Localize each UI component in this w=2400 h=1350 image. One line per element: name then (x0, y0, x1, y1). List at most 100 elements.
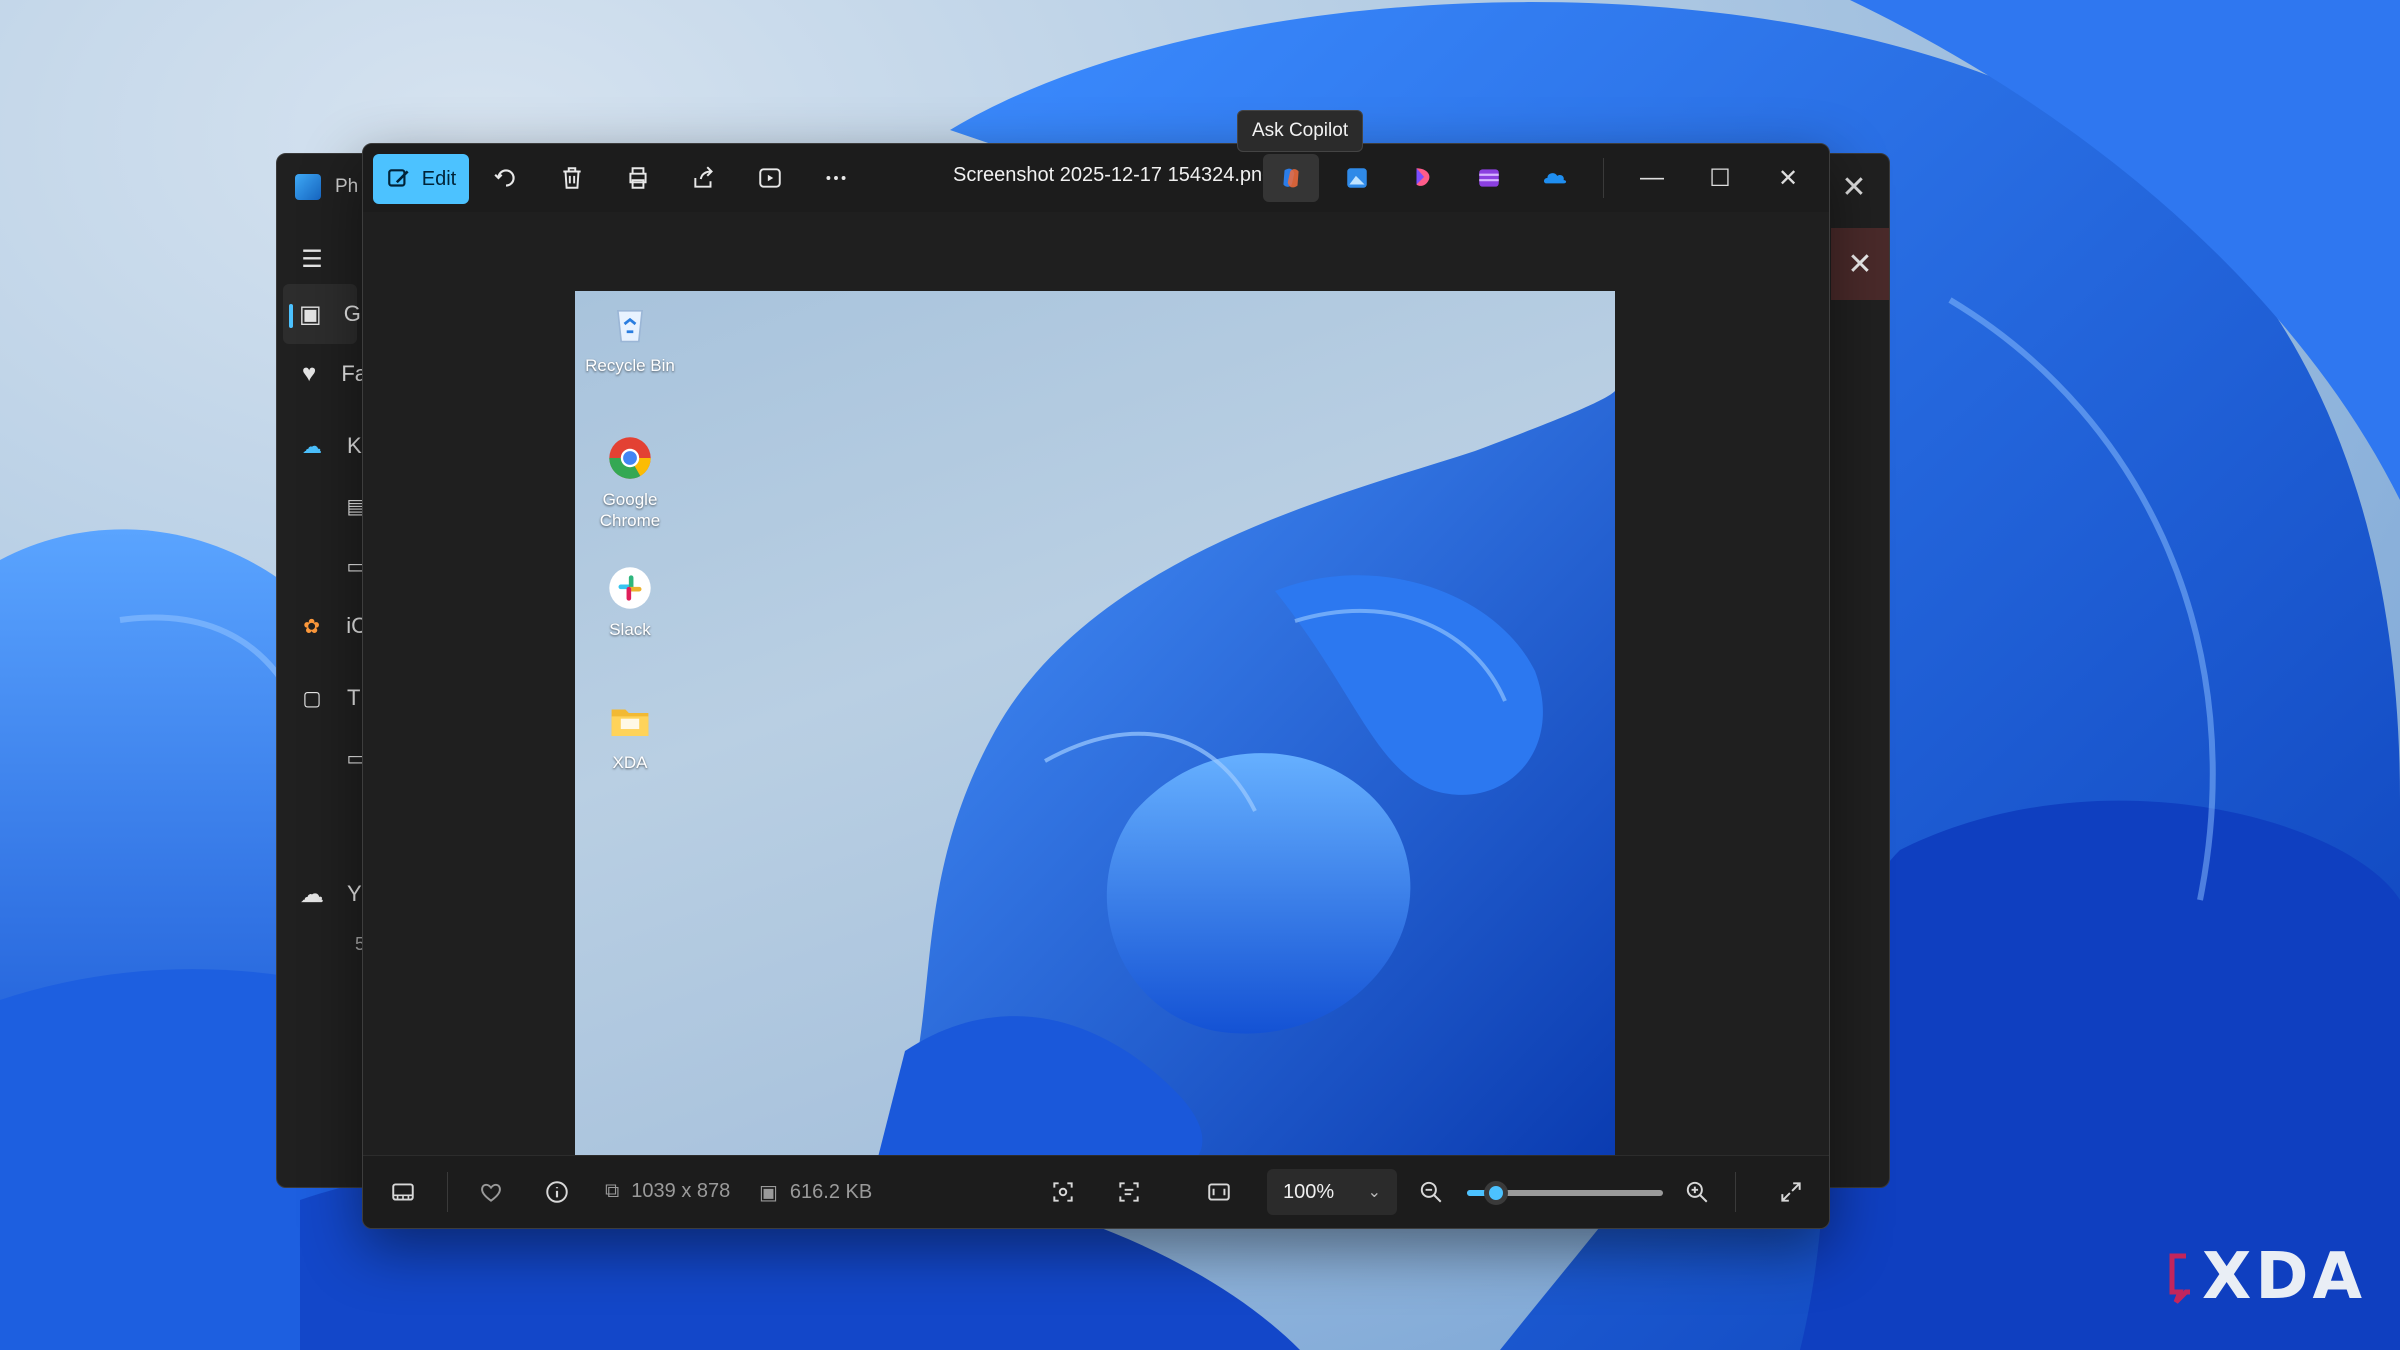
edit-icon (387, 169, 409, 187)
zoom-in-icon (1686, 1181, 1708, 1203)
zoom-out-icon (1420, 1181, 1442, 1203)
sidebar-item-label: K (347, 433, 362, 458)
image-dimensions: ⧉ 1039 x 878 (605, 1180, 730, 1203)
this-pc-icon: ▢ (302, 687, 322, 710)
image-canvas[interactable]: Recycle Bin Google Chrome Slack XDA (363, 212, 1829, 1169)
sidebar-item-this-pc[interactable]: ▢ T (277, 668, 367, 728)
ask-copilot-button[interactable] (1263, 154, 1319, 202)
displayed-image: Recycle Bin Google Chrome Slack XDA (575, 291, 1615, 1169)
rotate-button[interactable] (479, 154, 533, 202)
image-wallpaper-bloom (875, 391, 1615, 1169)
sidebar-item-storage[interactable]: ☁ Y (277, 864, 367, 924)
sidebar-subitem[interactable]: ▭ (277, 536, 367, 596)
hamburger-menu-button[interactable]: ☰ (277, 234, 367, 284)
titlebar-separator (1603, 158, 1604, 198)
icloud-photos-icon: ✿ (303, 615, 320, 638)
expand-icon (1781, 1182, 1801, 1202)
visual-search-button[interactable] (1039, 1170, 1087, 1214)
bg-window-title-text: Ph (335, 176, 359, 197)
designer-button[interactable] (1395, 154, 1451, 202)
zoom-level-dropdown[interactable]: 100% ⌄ (1267, 1169, 1397, 1215)
zoom-in-button[interactable] (1673, 1170, 1721, 1214)
sidebar-item-label: G (343, 301, 361, 326)
file-info-button[interactable] (533, 1170, 581, 1214)
delete-icon (563, 167, 581, 189)
photos-viewer-window: Edit Screenshot 2025-12-17 154324.png — … (362, 143, 1830, 1229)
sidebar-item-onedrive[interactable]: ☁ K (277, 416, 367, 476)
maximize-button[interactable]: ☐ (1687, 154, 1753, 202)
storage-detail: 5 (277, 924, 367, 964)
viewer-titlebar: Edit Screenshot 2025-12-17 154324.png — … (363, 144, 1829, 212)
viewer-bottom-toolbar: ⧉ 1039 x 878 ▣ 616.2 KB 100% ⌄ (363, 1155, 1829, 1228)
slideshow-button[interactable] (743, 154, 797, 202)
sidebar-item-label: Y (347, 881, 362, 906)
sidebar-item-favorites[interactable]: ♥ Fa (277, 344, 367, 404)
share-button[interactable] (677, 154, 731, 202)
favorite-button[interactable] (467, 1170, 515, 1214)
dimensions-icon: ⧉ (605, 1180, 620, 1202)
desktop-icon-chrome[interactable]: Google Chrome (575, 433, 685, 532)
disk-icon: ▣ (759, 1182, 778, 1204)
file-name-title: Screenshot 2025-12-17 154324.png (953, 164, 1274, 186)
scan-text-icon (1119, 1182, 1139, 1202)
heart-icon: ♥ (302, 360, 317, 387)
fit-to-window-button[interactable] (1195, 1170, 1243, 1214)
sidebar-subitem[interactable]: ▭ (277, 728, 367, 788)
zoom-level-value: 100% (1283, 1180, 1335, 1203)
share-icon (694, 166, 713, 188)
chevron-down-icon: ⌄ (1367, 1184, 1381, 1201)
edit-button[interactable]: Edit (373, 154, 469, 204)
minimize-button[interactable]: — (1619, 154, 1685, 202)
image-file-size: ▣ 616.2 KB (759, 1180, 872, 1205)
sidebar-subitem[interactable]: ▤ (277, 476, 367, 536)
print-icon (629, 167, 647, 189)
bg-close-secondary-button[interactable]: ✕ (1831, 228, 1889, 300)
print-button[interactable] (611, 154, 665, 202)
full-screen-button[interactable] (1767, 1170, 1815, 1214)
zoom-out-button[interactable] (1407, 1170, 1455, 1214)
sidebar-item-label: T (347, 685, 361, 710)
sidebar-item-icloud[interactable]: ✿ iC (277, 596, 367, 656)
desktop-icon-label: Slack (609, 620, 651, 639)
zoom-slider-thumb[interactable] (1484, 1181, 1509, 1205)
fit-window-icon (1208, 1183, 1230, 1201)
photos-app-icon (295, 174, 321, 200)
xda-watermark: XDA (2166, 1240, 2366, 1314)
heart-outline-icon (481, 1183, 501, 1202)
sidebar-item-gallery[interactable]: ▣ G (283, 284, 361, 344)
gallery-icon: ▣ (299, 300, 322, 328)
visual-search-icon (1053, 1182, 1073, 1202)
hamburger-icon: ☰ (301, 245, 323, 273)
bg-window-title: Ph (295, 174, 358, 200)
desktop-icon-recycle-bin[interactable]: Recycle Bin (575, 299, 685, 376)
xda-logo-text: XDA (2202, 1240, 2366, 1314)
onedrive-button[interactable] (1527, 154, 1583, 202)
desktop-icon-slack[interactable]: Slack (575, 563, 685, 640)
desktop-icon-xda-folder[interactable]: XDA (575, 696, 685, 773)
onedrive-icon (1544, 173, 1567, 184)
more-options-button[interactable] (809, 154, 863, 202)
photos-app-icon (1347, 168, 1367, 188)
xda-logo-icon (2169, 1253, 2190, 1304)
desktop-icon-label: XDA (612, 753, 648, 772)
delete-button[interactable] (545, 154, 599, 202)
designer-icon (1416, 168, 1430, 186)
folder-icon (605, 696, 655, 746)
scan-text-button[interactable] (1105, 1170, 1153, 1214)
clipchamp-button[interactable] (1461, 154, 1517, 202)
file-size-text: 616.2 KB (789, 1181, 873, 1203)
desktop-icon-label: Google Chrome (599, 490, 661, 531)
filmstrip-toggle-button[interactable] (379, 1170, 427, 1214)
close-button[interactable]: ✕ (1755, 154, 1821, 202)
clipchamp-icon (1479, 169, 1499, 187)
slack-icon (605, 563, 655, 613)
slideshow-icon (759, 168, 781, 188)
onedrive-cloud-icon: ☁ (302, 435, 322, 458)
chrome-icon (605, 433, 655, 483)
dimensions-text: 1039 x 878 (631, 1180, 731, 1202)
desktop-icon-label: Recycle Bin (585, 356, 675, 375)
rotate-icon (494, 169, 515, 187)
zoom-slider[interactable] (1467, 1181, 1663, 1205)
more-icon (826, 176, 846, 180)
photos-app-button[interactable] (1329, 154, 1385, 202)
